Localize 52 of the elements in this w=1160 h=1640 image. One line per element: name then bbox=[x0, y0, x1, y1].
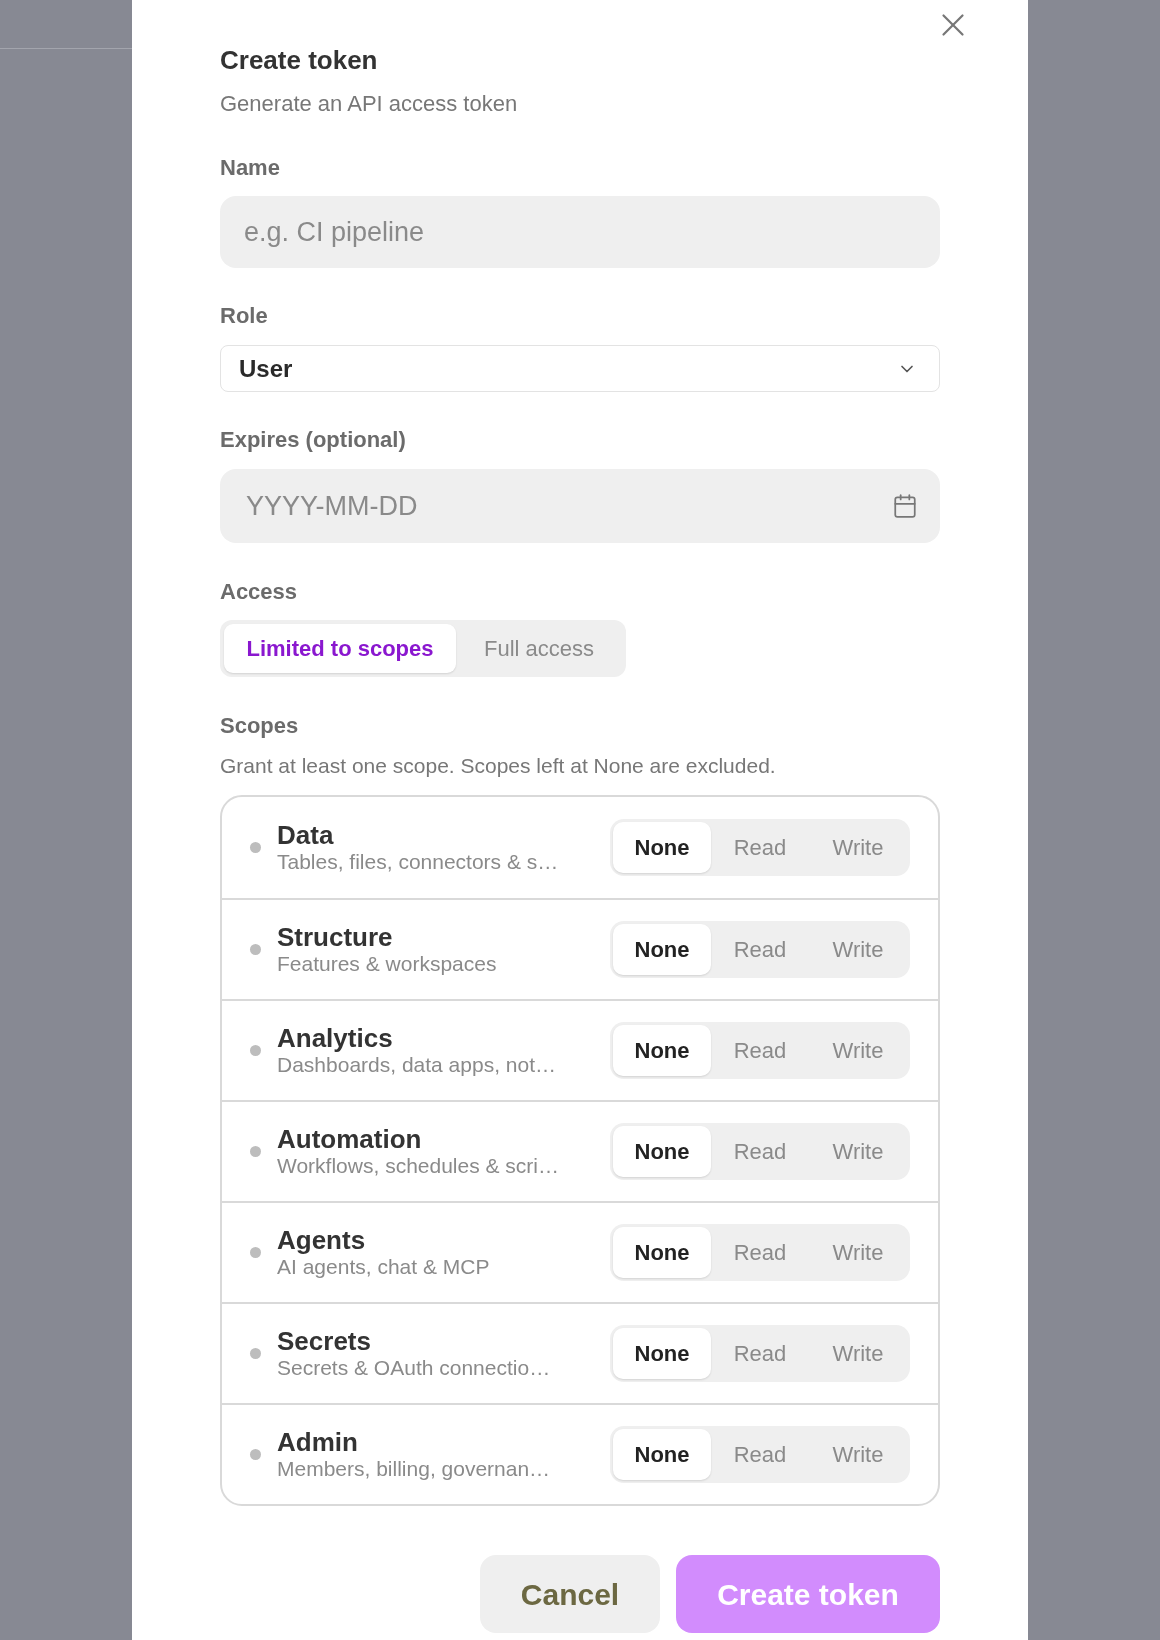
permission-option[interactable]: Write bbox=[809, 1429, 907, 1480]
permission-option[interactable]: None bbox=[613, 1025, 711, 1076]
access-tab[interactable]: Limited to scopes bbox=[224, 624, 456, 673]
scopes-label: Scopes bbox=[220, 712, 299, 740]
scope-name: Admin bbox=[277, 1427, 358, 1456]
expires-label: Expires (optional) bbox=[220, 426, 406, 454]
scope-description: Secrets & OAuth connectio… bbox=[277, 1354, 551, 1381]
calendar-icon[interactable] bbox=[892, 493, 918, 519]
name-label: Name bbox=[220, 154, 280, 182]
permission-option[interactable]: Write bbox=[809, 822, 907, 873]
access-tab[interactable]: Full access bbox=[456, 624, 622, 673]
role-value: User bbox=[239, 353, 293, 384]
permission-option[interactable]: Write bbox=[809, 1025, 907, 1076]
permission-option[interactable]: None bbox=[613, 1328, 711, 1379]
scope-name: Automation bbox=[277, 1124, 422, 1153]
scope-name: Data bbox=[277, 820, 334, 849]
permission-option[interactable]: None bbox=[613, 1126, 711, 1177]
permission-option[interactable]: Read bbox=[711, 1126, 809, 1177]
permission-option[interactable]: Write bbox=[809, 1328, 907, 1379]
permission-option[interactable]: Read bbox=[711, 1227, 809, 1278]
scope-name: Secrets bbox=[277, 1326, 371, 1355]
scope-name: Agents bbox=[277, 1225, 366, 1254]
scope-description: Members, billing, governan… bbox=[277, 1455, 551, 1482]
permission-option[interactable]: Read bbox=[711, 1328, 809, 1379]
access-label: Access bbox=[220, 578, 298, 606]
permission-option[interactable]: Write bbox=[809, 924, 907, 975]
dialog-title: Create token bbox=[220, 44, 378, 76]
scopes-hint: Grant at least one scope. Scopes left at None are excluded. bbox=[220, 753, 776, 779]
scope-description: AI agents, chat & MCP bbox=[277, 1254, 490, 1280]
scope-description: Tables, files, connectors & s… bbox=[277, 848, 559, 875]
create-button[interactable]: Create token bbox=[676, 1555, 940, 1633]
scope-name: Structure bbox=[277, 922, 393, 951]
permission-option[interactable]: None bbox=[613, 924, 711, 975]
scope-name: Analytics bbox=[277, 1023, 393, 1052]
role-label: Role bbox=[220, 302, 268, 330]
permission-option[interactable]: Write bbox=[809, 1126, 907, 1177]
permission-option[interactable]: Read bbox=[711, 1025, 809, 1076]
permission-option[interactable]: None bbox=[613, 822, 711, 873]
cancel-button[interactable]: Cancel bbox=[480, 1555, 660, 1633]
permission-option[interactable]: Read bbox=[711, 822, 809, 873]
name-input[interactable]: e.g. CI pipeline bbox=[220, 196, 940, 268]
permission-option[interactable]: Write bbox=[809, 1227, 907, 1278]
scope-description: Features & workspaces bbox=[277, 950, 497, 977]
permission-option[interactable]: None bbox=[613, 1429, 711, 1480]
date-input[interactable]: YYYY-MM-DD bbox=[220, 469, 940, 543]
dialog-subtitle: Generate an API access token bbox=[220, 90, 518, 118]
permission-option[interactable]: Read bbox=[711, 924, 809, 975]
scope-description: Dashboards, data apps, not… bbox=[277, 1052, 556, 1078]
permission-option[interactable]: None bbox=[613, 1227, 711, 1278]
permission-option[interactable]: Read bbox=[711, 1429, 809, 1480]
scope-description: Workflows, schedules & scri… bbox=[277, 1152, 560, 1179]
role-select[interactable]: User bbox=[220, 345, 940, 392]
